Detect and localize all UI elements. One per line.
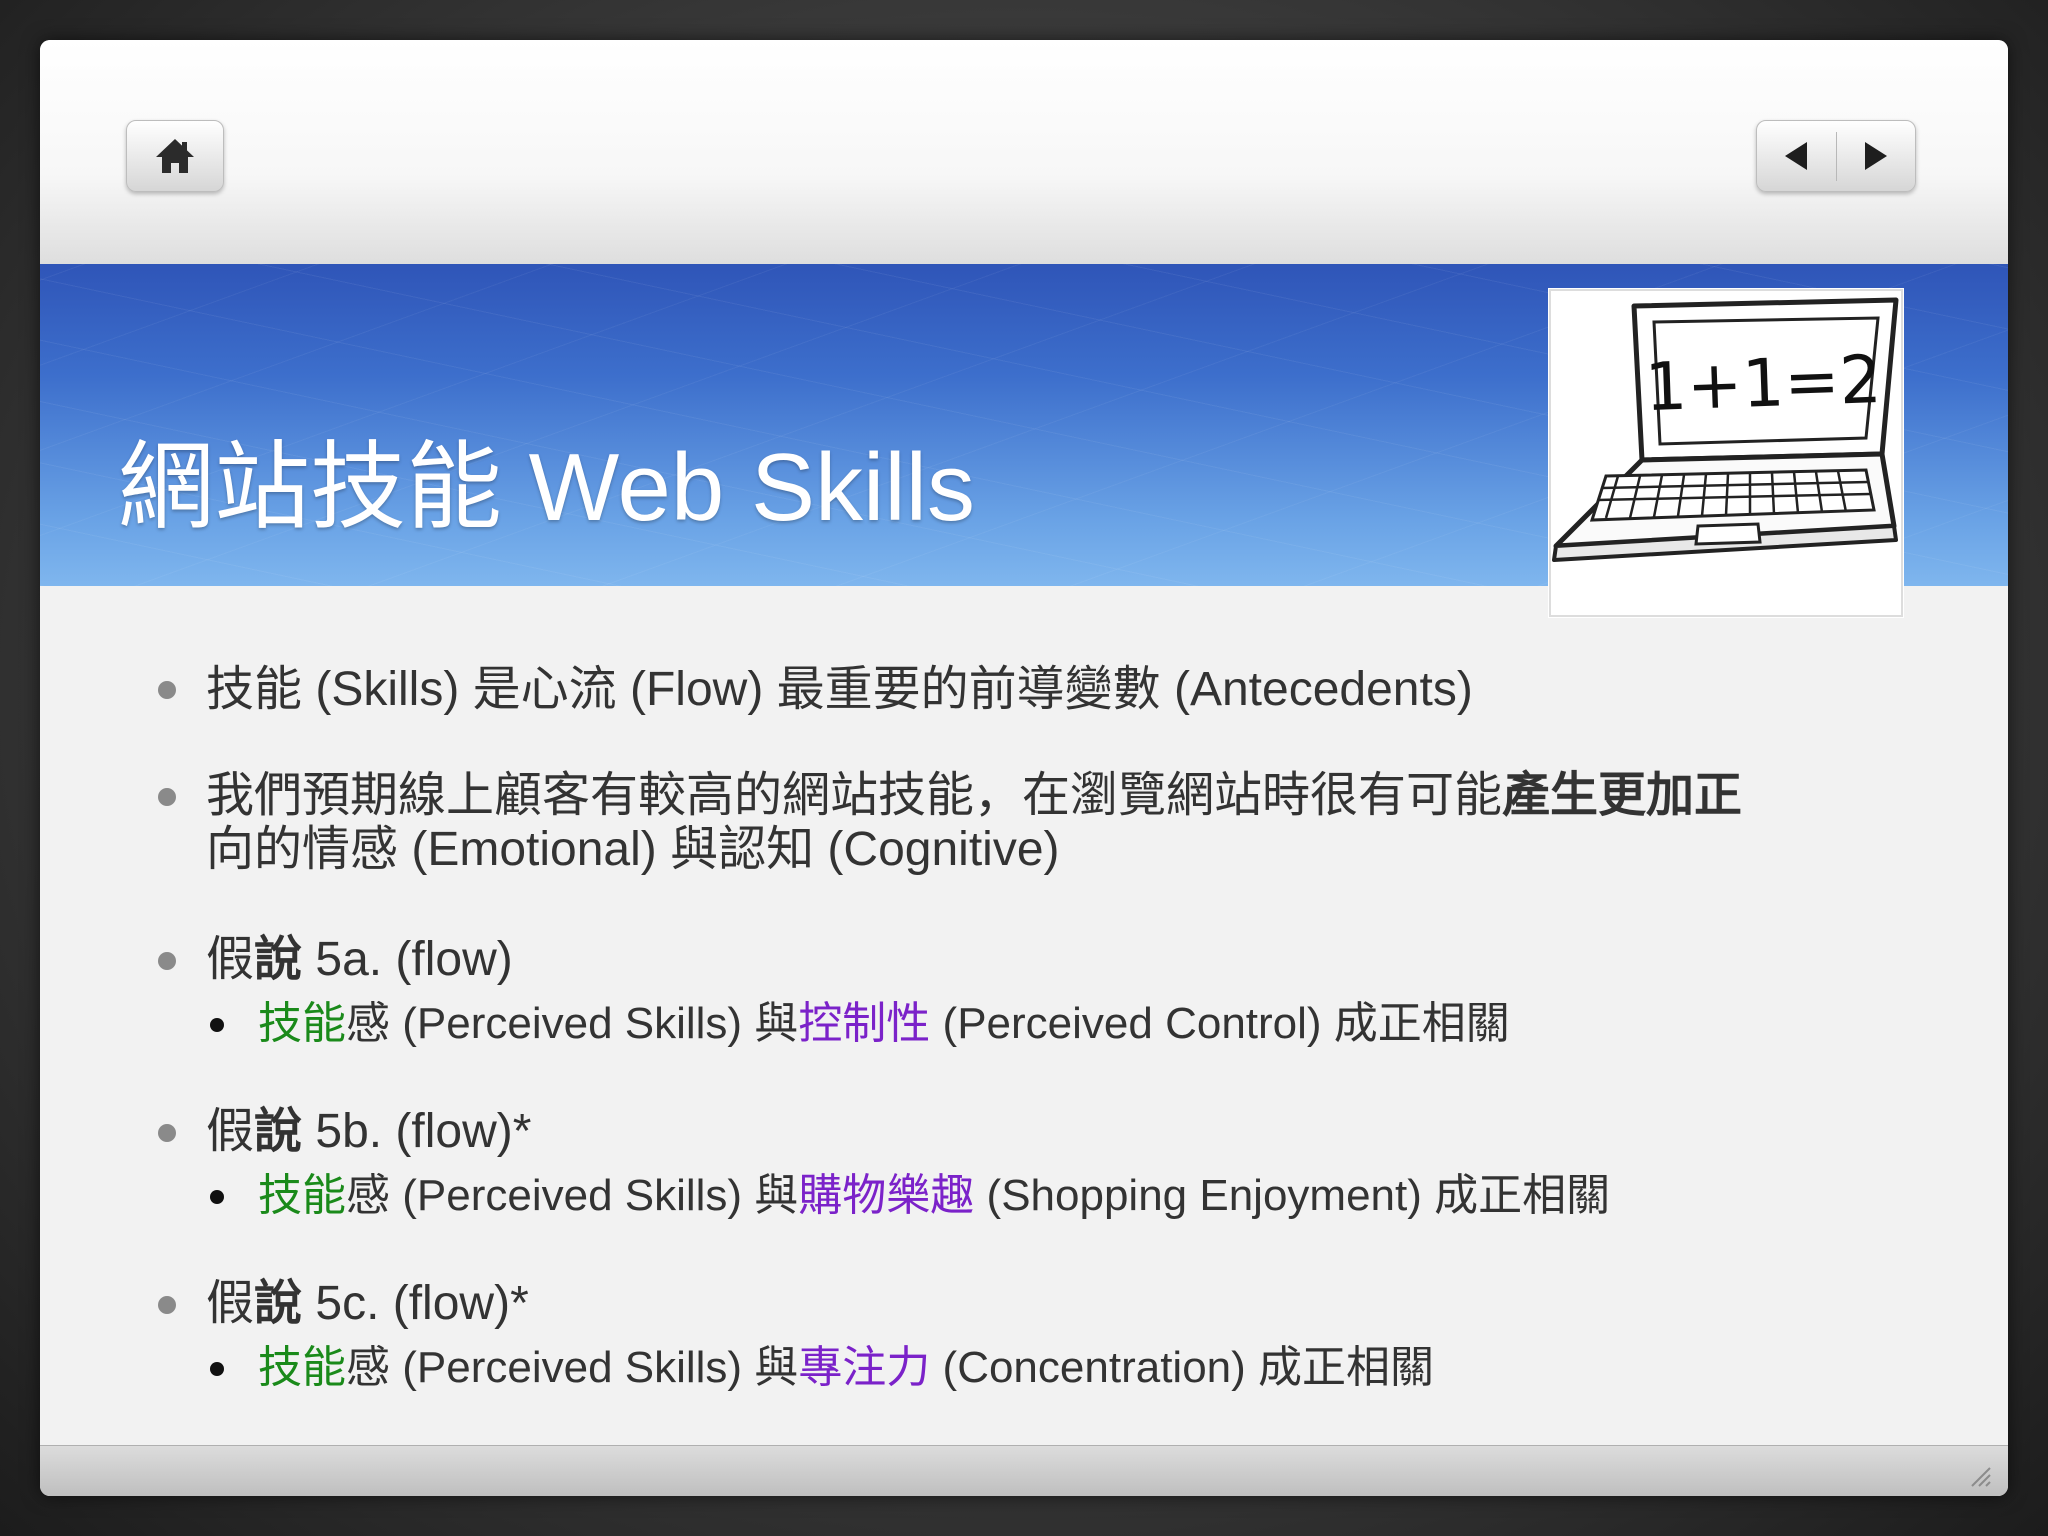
previous-arrow-icon [1785,142,1808,170]
hypothesis-5b-statement: 技能感 (Perceived Skills) 與購物樂趣 (Shopping E… [258,1174,1610,1218]
hypothesis-bold: 說 [254,933,303,986]
hypothesis-prefix: 假 [206,933,255,986]
skill-term: 技能 [258,1343,346,1392]
skill-term: 技能 [258,1171,346,1220]
hypothesis-label: 5c. (flow)* [302,1277,529,1330]
statement-text: (Concentration) 成正相關 [930,1343,1435,1392]
laptop-illustration-icon: 1+1=2 [1548,288,1904,618]
hypothesis-bold: 說 [254,1105,303,1158]
hypothesis-label: 5b. (flow)* [302,1105,532,1158]
statement-text: 感 (Perceived Skills) 與 [346,1343,799,1392]
construct-term: 專注力 [798,1343,931,1392]
top-toolbar [40,40,2008,264]
statement-text: (Shopping Enjoyment) 成正相關 [974,1171,1611,1220]
sub-bullet-marker [210,1190,224,1204]
hypothesis-5a-statement: 技能感 (Perceived Skills) 與控制性 (Perceived C… [258,1002,1510,1046]
resize-grip-icon[interactable] [1966,1462,1992,1488]
statement-text: 感 (Perceived Skills) 與 [346,1171,799,1220]
statement-text: 感 (Perceived Skills) 與 [346,999,799,1048]
construct-term: 控制性 [798,999,931,1048]
bullet-expectation-line1: 我們預期線上顧客有較高的網站技能，在瀏覽網站時很有可能產生更加正 [206,772,1742,820]
bullet-marker [158,1296,176,1314]
hypothesis-prefix: 假 [206,1277,255,1330]
construct-term: 購物樂趣 [798,1171,975,1220]
bullet-skills-antecedent: 技能 (Skills) 是心流 (Flow) 最重要的前導變數 (Anteced… [206,663,1473,716]
next-arrow-icon [1864,142,1887,170]
hypothesis-bold: 說 [254,1277,303,1330]
hypothesis-label: 5a. (flow) [302,933,513,986]
bullet-marker [158,788,176,806]
statement-text: (Perceived Control) 成正相關 [930,999,1510,1048]
bottom-bar [40,1445,2008,1496]
hypothesis-5c-heading: 假說 5c. (flow)* [206,1280,529,1328]
home-icon [156,139,194,173]
laptop-screen-text: 1+1=2 [1644,341,1883,426]
slide: 網站技能 Web Skills 1+1=2 技能 (Skills) 是心流 (F… [40,40,2008,1496]
hypothesis-5c-statement: 技能感 (Perceived Skills) 與專注力 (Concentrati… [258,1346,1434,1390]
sub-bullet-marker [210,1018,224,1032]
sub-bullet-marker [210,1362,224,1376]
skill-term: 技能 [258,999,346,1048]
bullet-expectation-text: 我們預期線上顧客有較高的網站技能，在瀏覽網站時很有可能 [206,769,1503,822]
bullet-marker [158,681,176,699]
hypothesis-5b-heading: 假說 5b. (flow)* [206,1108,531,1156]
slide-navigation [1756,120,1916,192]
bullet-marker [158,952,176,970]
bullet-expectation-line2: 向的情感 (Emotional) 與認知 (Cognitive) [206,823,1060,876]
previous-button[interactable] [1757,121,1836,191]
next-button[interactable] [1837,121,1916,191]
hypothesis-prefix: 假 [206,1105,255,1158]
hypothesis-5a-heading: 假說 5a. (flow) [206,936,513,984]
bullet-expectation-bold: 產生更加正 [1502,769,1743,822]
slide-title: 網站技能 Web Skills [118,434,976,541]
bullet-marker [158,1124,176,1142]
home-button[interactable] [126,120,224,192]
